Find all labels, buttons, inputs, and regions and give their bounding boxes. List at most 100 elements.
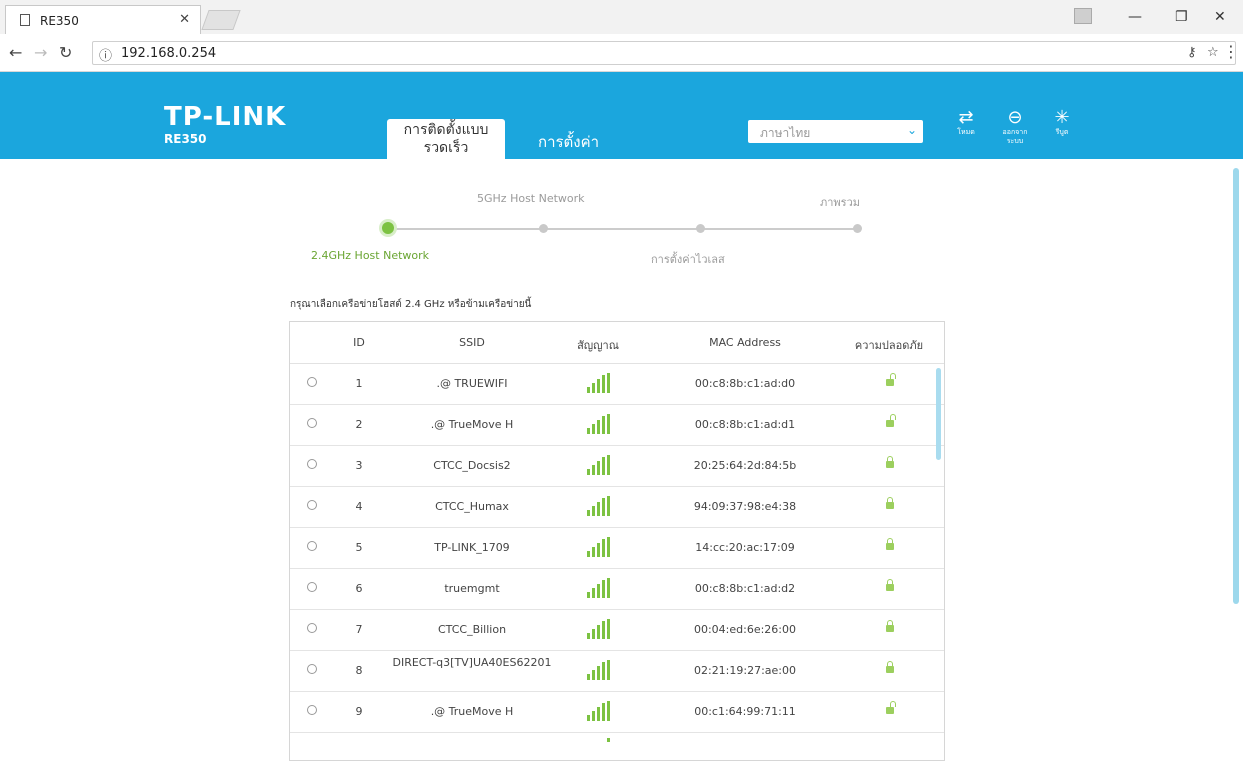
key-icon[interactable]: ⚷	[1187, 45, 1197, 60]
table-header: ID SSID สัญญาณ MAC Address ความปลอดภัย	[290, 322, 944, 364]
close-tab-icon[interactable]: ✕	[179, 12, 190, 27]
col-mac: MAC Address	[709, 336, 781, 349]
table-row[interactable]: 5 TP-LINK_1709 14:cc:20:ac:17:09	[290, 527, 944, 569]
step-dot-wireless	[696, 224, 705, 233]
row-select-radio[interactable]	[307, 500, 317, 510]
stepper-track	[388, 228, 858, 230]
signal-strength-icon	[587, 701, 611, 721]
row-select-radio[interactable]	[307, 459, 317, 469]
row-id: 5	[355, 541, 363, 554]
row-select-radio[interactable]	[307, 418, 317, 428]
profile-icon[interactable]	[1074, 8, 1092, 24]
col-id: ID	[353, 336, 365, 349]
app-header: TP-LINK RE350 การติดตั้งแบบรวดเร็ว การตั…	[0, 72, 1243, 159]
tplink-logo: TP-LINK	[164, 102, 287, 132]
logout-button[interactable]: ⊖ ออกจากระบบ	[995, 108, 1035, 146]
signal-strength-icon	[587, 537, 611, 557]
signal-strength-icon	[587, 578, 611, 598]
signal-strength-icon	[587, 738, 611, 742]
signal-strength-icon	[587, 414, 611, 434]
step-label-5ghz: 5GHz Host Network	[477, 192, 585, 205]
row-ssid: .@ TrueMove H	[430, 418, 514, 431]
new-tab-button[interactable]	[201, 10, 241, 30]
close-window-icon[interactable]: ✕	[1214, 9, 1226, 25]
logout-label: ออกจากระบบ	[1002, 128, 1028, 145]
menu-icon[interactable]: ⋮	[1223, 42, 1239, 61]
language-select[interactable]: ภาษาไทย ⌄	[748, 120, 923, 143]
col-ssid: SSID	[459, 336, 485, 349]
lock-icon	[886, 661, 894, 673]
page-scrollbar[interactable]	[1233, 168, 1239, 604]
table-row[interactable]: 4 CTCC_Humax 94:09:37:98:e4:38	[290, 486, 944, 528]
minimize-icon[interactable]: —	[1128, 9, 1142, 25]
bookmark-star-icon[interactable]: ☆	[1207, 45, 1219, 60]
lock-icon	[886, 620, 894, 632]
row-select-radio[interactable]	[307, 541, 317, 551]
model-name: RE350	[164, 132, 207, 146]
step-dot-2-4ghz	[382, 222, 394, 234]
row-select-radio[interactable]	[307, 705, 317, 715]
row-id: 9	[355, 705, 363, 718]
tab-title: RE350	[40, 14, 79, 28]
signal-strength-icon	[587, 373, 611, 393]
back-icon[interactable]: ←	[9, 43, 22, 62]
row-select-radio[interactable]	[307, 664, 317, 674]
network-table: ID SSID สัญญาณ MAC Address ความปลอดภัย 1…	[289, 321, 945, 761]
row-ssid: CTCC_Humax	[435, 500, 509, 513]
lock-icon	[886, 579, 894, 591]
col-security: ความปลอดภัย	[854, 339, 924, 352]
info-icon[interactable]: ⓘ	[99, 45, 112, 64]
address-bar[interactable]: ⓘ 192.168.0.254 ⚷ ☆	[92, 41, 1236, 65]
row-mac: 02:21:19:27:ae:00	[693, 664, 797, 677]
table-row[interactable]: 9 .@ TrueMove H 00:c1:64:99:71:11	[290, 691, 944, 733]
signal-strength-icon	[587, 619, 611, 639]
forward-icon[interactable]: →	[34, 43, 47, 62]
row-id: 4	[355, 500, 363, 513]
restore-icon[interactable]: ❐	[1175, 9, 1188, 25]
row-ssid: CTCC_Docsis2	[433, 459, 511, 472]
row-mac: 00:c1:64:99:71:11	[694, 705, 796, 718]
table-row[interactable]: 2 .@ TrueMove H 00:c8:8b:c1:ad:d1	[290, 404, 944, 446]
lock-icon	[886, 456, 894, 468]
row-ssid: truemgmt	[444, 582, 500, 595]
browser-tab[interactable]: RE350 ✕	[5, 5, 201, 34]
row-select-radio[interactable]	[307, 623, 317, 633]
tab-settings[interactable]: การตั้งค่า	[538, 130, 599, 154]
mode-label: โหมด	[957, 128, 975, 136]
table-row[interactable]: 8 DIRECT-q3[TV]UA40ES62201 02:21:19:27:ae:…	[290, 650, 944, 692]
step-dot-5ghz	[539, 224, 548, 233]
step-label-wireless: การตั้งค่าไวเลส	[651, 253, 725, 266]
row-ssid: .@ TRUEWIFI	[436, 377, 508, 390]
row-select-radio[interactable]	[307, 582, 317, 592]
table-row[interactable]: 3 CTCC_Docsis2 20:25:64:2d:84:5b	[290, 445, 944, 487]
tab-quick-setup-label: การติดตั้งแบบรวดเร็ว	[403, 122, 489, 156]
reboot-button[interactable]: ✳ รีบูต	[1042, 108, 1082, 137]
row-mac: 94:09:37:98:e4:38	[693, 500, 797, 513]
row-ssid: TP-LINK_1709	[434, 541, 510, 554]
lock-icon	[886, 538, 894, 550]
table-row[interactable]: 7 CTCC_Billion 00:04:ed:6e:26:00	[290, 609, 944, 651]
mode-button[interactable]: ⇄ โหมด	[946, 108, 986, 137]
reload-icon[interactable]: ↻	[59, 43, 72, 62]
logout-icon: ⊖	[1007, 107, 1023, 128]
table-row[interactable]: 1 .@ TRUEWIFI 00:c8:8b:c1:ad:d0	[290, 363, 944, 405]
table-row[interactable]: 6 truemgmt 00:c8:8b:c1:ad:d2	[290, 568, 944, 610]
row-mac: 14:cc:20:ac:17:09	[695, 541, 795, 554]
table-scrollbar[interactable]	[936, 368, 941, 460]
row-select-radio[interactable]	[307, 377, 317, 387]
signal-strength-icon	[587, 660, 611, 680]
tab-quick-setup[interactable]: การติดตั้งแบบรวดเร็ว	[387, 119, 505, 159]
reboot-label: รีบูต	[1055, 128, 1069, 136]
row-ssid: CTCC_Billion	[437, 623, 507, 636]
mode-icon: ⇄	[958, 107, 974, 128]
step-label-2-4ghz: 2.4GHz Host Network	[311, 249, 430, 262]
row-mac: 00:04:ed:6e:26:00	[693, 623, 797, 636]
row-id: 3	[355, 459, 363, 472]
table-row[interactable]	[290, 732, 944, 760]
row-ssid: .@ TrueMove H	[430, 705, 514, 718]
unlock-icon	[886, 373, 896, 386]
reboot-icon: ✳	[1054, 107, 1070, 128]
row-ssid: DIRECT-q3[TV]UA40ES62201	[392, 656, 552, 669]
row-mac: 00:c8:8b:c1:ad:d1	[694, 418, 796, 431]
url-text[interactable]: 192.168.0.254	[121, 46, 216, 61]
